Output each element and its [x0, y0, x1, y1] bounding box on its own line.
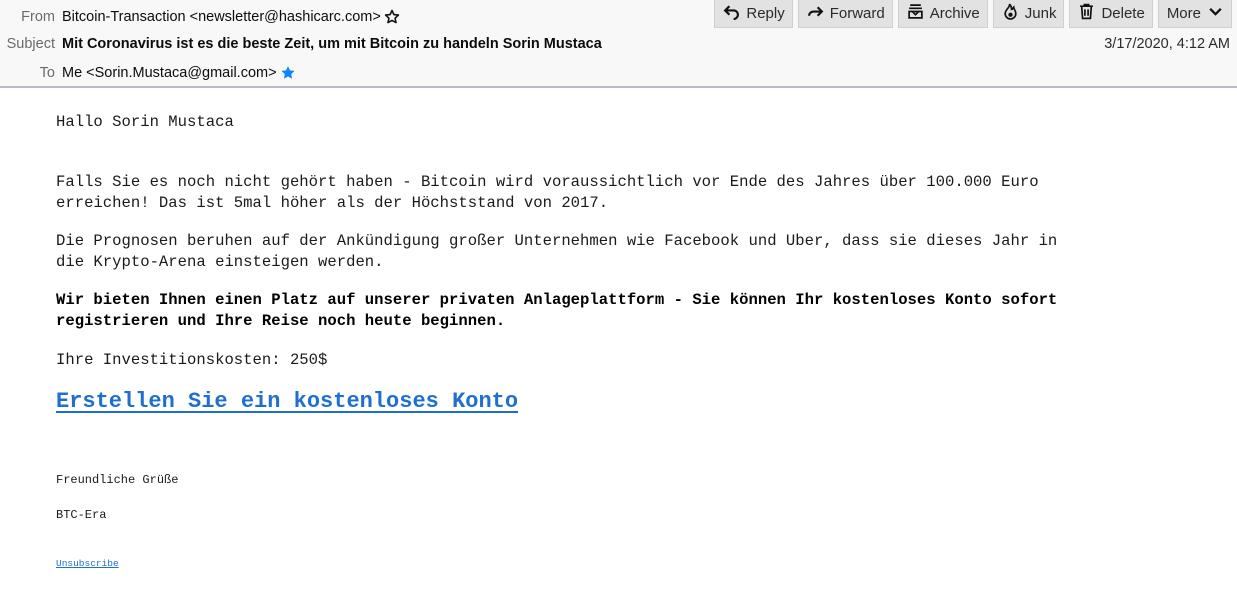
create-account-link[interactable]: Erstellen Sie ein kostenloses Konto — [56, 388, 518, 416]
archive-button[interactable]: Archive — [897, 0, 988, 28]
message-header: From Bitcoin-Transaction <newsletter@has… — [0, 0, 1237, 88]
greeting: Hallo Sorin Mustaca — [56, 113, 234, 131]
from-row: From Bitcoin-Transaction <newsletter@has… — [0, 6, 401, 28]
paragraph-forecast: Die Prognosen beruhen auf der Ankündigun… — [56, 232, 1058, 271]
junk-icon — [1002, 3, 1019, 24]
signature: BTC-Era — [56, 508, 107, 522]
trash-icon — [1078, 3, 1095, 24]
delete-label: Delete — [1101, 5, 1145, 22]
delete-button[interactable]: Delete — [1069, 0, 1153, 28]
subject-label: Subject — [6, 36, 55, 52]
archive-label: Archive — [929, 5, 980, 22]
paragraph-offer: Wir bieten Ihnen einen Platz auf unserer… — [56, 291, 1058, 330]
star-outline-icon[interactable] — [384, 9, 401, 26]
junk-label: Junk — [1024, 5, 1057, 22]
closing: Freundliche Grüße — [56, 473, 179, 487]
forward-icon — [807, 3, 824, 24]
junk-button[interactable]: Junk — [992, 0, 1065, 28]
sender-address[interactable]: Bitcoin-Transaction <newsletter@hashicar… — [62, 9, 381, 25]
from-label: From — [21, 9, 55, 25]
archive-icon — [907, 3, 924, 24]
more-label: More — [1166, 5, 1201, 22]
reply-button[interactable]: Reply — [714, 0, 793, 28]
investment-cost: Ihre Investitionskosten: 250$ — [56, 351, 328, 369]
more-button[interactable]: More — [1157, 0, 1232, 28]
recipient-address[interactable]: Me <Sorin.Mustaca@gmail.com> — [62, 65, 277, 81]
subject-row: Subject Mit Coronavirus ist es die beste… — [0, 33, 602, 55]
forward-button[interactable]: Forward — [797, 0, 893, 28]
to-label: To — [39, 65, 55, 81]
subject-text: Mit Coronavirus ist es die beste Zeit, u… — [62, 36, 602, 52]
reply-icon — [723, 3, 740, 24]
paragraph-prediction: Falls Sie es noch nicht gehört haben - B… — [56, 173, 1039, 212]
unsubscribe-link[interactable]: Unsubscribe — [56, 553, 119, 574]
star-filled-icon[interactable] — [280, 65, 297, 82]
chevron-down-icon — [1207, 3, 1224, 24]
message-toolbar: Reply Forward Archive Junk Delete More — [714, 0, 1232, 28]
message-date: 3/17/2020, 4:12 AM — [1104, 36, 1230, 52]
reply-label: Reply — [746, 5, 785, 22]
forward-label: Forward — [829, 5, 885, 22]
to-row: To Me <Sorin.Mustaca@gmail.com> — [0, 62, 297, 84]
